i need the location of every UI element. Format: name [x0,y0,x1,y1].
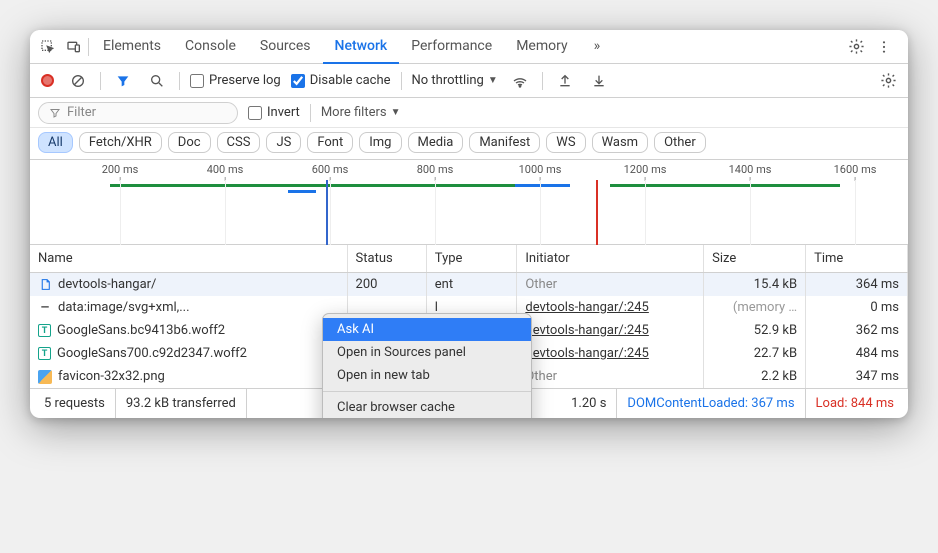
tab-sources[interactable]: Sources [248,30,323,64]
ctx-open-in-sources-panel[interactable]: Open in Sources panel [323,341,531,364]
col-status[interactable]: Status [347,245,426,273]
col-name[interactable]: Name [30,245,347,273]
font-icon: T [38,347,51,360]
ctx-open-in-new-tab[interactable]: Open in new tab [323,364,531,387]
tabs-host: ElementsConsoleSourcesNetworkPerformance… [91,30,580,64]
chip-manifest[interactable]: Manifest [469,132,540,153]
col-type[interactable]: Type [426,245,517,273]
divider [88,38,89,56]
timeline-tick: 600 ms [312,163,349,176]
file-name: devtools-hangar/ [58,277,156,292]
download-har-icon[interactable] [587,69,611,93]
record-button[interactable] [38,72,56,90]
network-toolbar: Preserve log Disable cache No throttling… [30,64,908,98]
device-toggle-icon[interactable] [62,35,86,59]
throttling-select[interactable]: No throttling ▼ [412,73,498,88]
timeline-tick: 800 ms [417,163,454,176]
timeline-tick: 1200 ms [624,163,667,176]
tab-console[interactable]: Console [173,30,248,64]
filter-row: Filter Invert More filters▼ [30,98,908,128]
footer-dcl: DOMContentLoaded: 367 ms [617,389,805,418]
timeline-tick: 1400 ms [729,163,772,176]
timeline-tick: 1000 ms [519,163,562,176]
timeline-tick: 400 ms [207,163,244,176]
chip-doc[interactable]: Doc [168,132,211,153]
more-tabs-button[interactable]: » [582,30,613,64]
col-time[interactable]: Time [806,245,908,273]
chip-wasm[interactable]: Wasm [592,132,649,153]
ctx-ask-ai[interactable]: Ask AI [323,318,531,341]
preserve-log-checkbox[interactable]: Preserve log [190,73,281,88]
chip-css[interactable]: CSS [217,132,261,153]
search-icon[interactable] [145,69,169,93]
kebab-menu-icon[interactable] [872,35,896,59]
network-settings-icon[interactable] [876,69,900,93]
file-name: GoogleSans700.c92d2347.woff2 [57,346,247,361]
more-filters-button[interactable]: More filters▼ [321,105,401,120]
settings-gear-icon[interactable] [844,35,868,59]
chip-font[interactable]: Font [307,132,353,153]
inspect-icon[interactable] [36,35,60,59]
chip-all[interactable]: All [38,132,73,153]
font-icon: T [38,324,51,337]
tab-memory[interactable]: Memory [504,30,579,64]
devtools-window: ElementsConsoleSourcesNetworkPerformance… [30,30,908,418]
clear-icon[interactable] [66,69,90,93]
file-name: data:image/svg+xml,... [58,300,190,315]
chip-img[interactable]: Img [359,132,401,153]
file-name: favicon-32x32.png [58,369,165,384]
filter-input[interactable]: Filter [38,102,238,124]
chip-js[interactable]: JS [266,132,301,153]
footer-requests: 5 requests [34,389,116,418]
footer-transferred: 93.2 kB transferred [116,389,247,418]
funnel-icon [49,107,61,119]
col-initiator[interactable]: Initiator [517,245,704,273]
document-icon [38,278,52,292]
chip-ws[interactable]: WS [546,132,585,153]
timeline-tick: 200 ms [102,163,139,176]
chip-other[interactable]: Other [654,132,706,153]
file-name: GoogleSans.bc9413b6.woff2 [57,323,225,338]
tab-elements[interactable]: Elements [91,30,173,64]
upload-har-icon[interactable] [553,69,577,93]
filter-toggle-icon[interactable] [111,69,135,93]
table-header-row: Name Status Type Initiator Size Time [30,245,908,273]
table-row[interactable]: devtools-hangar/200entOther15.4 kB364 ms [30,273,908,297]
data-uri-icon: — [38,301,52,315]
chip-media[interactable]: Media [408,132,464,153]
tab-performance[interactable]: Performance [399,30,504,64]
chip-fetch-xhr[interactable]: Fetch/XHR [79,132,162,153]
filter-placeholder: Filter [67,105,96,120]
invert-checkbox[interactable]: Invert [248,105,300,120]
tabs-bar: ElementsConsoleSourcesNetworkPerformance… [30,30,908,64]
image-icon [38,370,52,384]
ctx-clear-browser-cache[interactable]: Clear browser cache [323,396,531,418]
disable-cache-checkbox[interactable]: Disable cache [291,73,391,88]
resource-chips: All Fetch/XHR Doc CSSJS Font Img MediaManifest… [30,128,908,160]
footer-load: Load: 844 ms [806,389,904,418]
tab-network[interactable]: Network [323,30,400,64]
col-size[interactable]: Size [704,245,806,273]
timeline-tick: 1600 ms [834,163,877,176]
context-menu: Ask AIOpen in Sources panelOpen in new t… [322,313,532,418]
network-conditions-icon[interactable] [508,69,532,93]
timeline-overview[interactable]: 200 ms 400 ms 600 ms 800 ms 1000 ms 1200 ms 14… [30,160,908,245]
